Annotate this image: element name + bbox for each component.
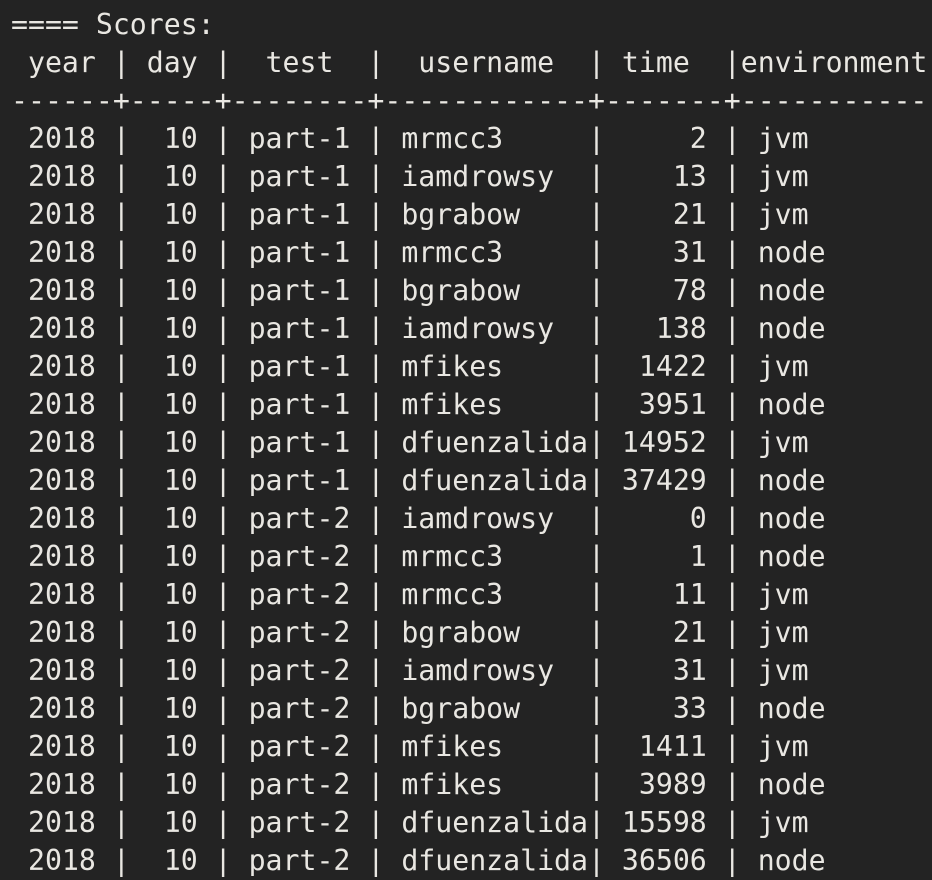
terminal-output-pane: ==== Scores: year | day | test | usernam… — [0, 0, 932, 880]
scores-table-text: ==== Scores: year | day | test | usernam… — [11, 8, 932, 877]
